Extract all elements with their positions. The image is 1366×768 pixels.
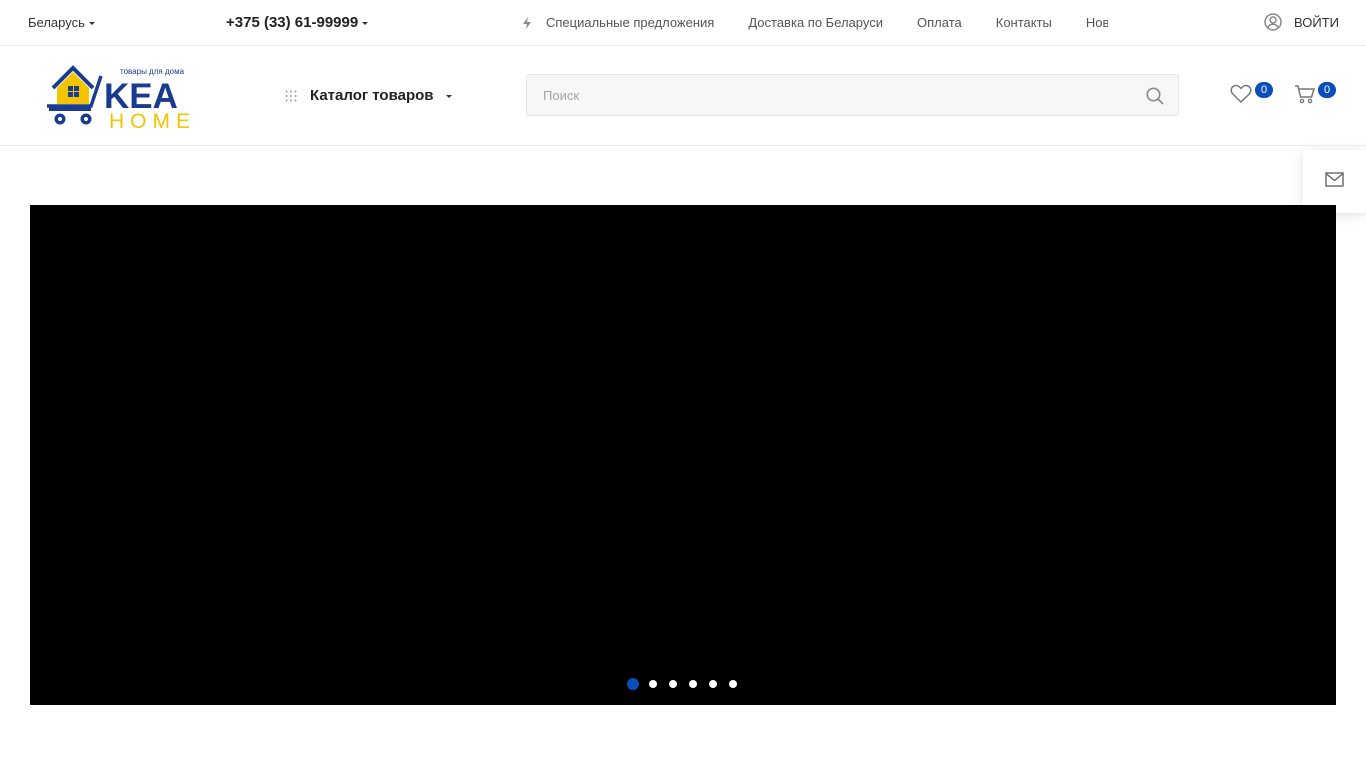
slider-dot[interactable] [689,680,697,688]
heart-icon [1230,84,1252,104]
phone-selector[interactable]: +375 (33) 61-99999 [226,14,369,31]
site-logo[interactable]: товары для дома KEA HOME [47,64,207,133]
main-header: товары для дома KEA HOME Каталог товаров… [0,46,1366,146]
cart-count-badge: 0 [1318,82,1336,98]
mail-icon [1325,172,1344,187]
cart-icon [1295,85,1316,104]
login-label: ВОЙТИ [1294,14,1339,30]
slider-dot[interactable] [729,680,737,688]
cart-button[interactable]: 0 [1294,82,1336,109]
caret-down-icon [362,22,369,25]
nav-item-special-offers[interactable]: Специальные предложения [546,15,714,30]
top-nav: Специальные предложения Доставка по Бела… [522,15,1108,30]
slider-dot[interactable] [669,680,677,688]
phone-number: +375 (33) 61-99999 [226,14,359,31]
logo-graphic: товары для дома KEA HOME [47,65,196,133]
region-selector[interactable]: Беларусь [28,15,95,30]
catalog-menu-button[interactable]: Каталог товаров [285,87,452,104]
slider-dot[interactable] [649,680,657,688]
grid-dots-icon [285,90,297,101]
wishlist-count-badge: 0 [1255,82,1273,98]
nav-item-delivery[interactable]: Доставка по Беларуси [748,15,883,30]
nav-item-contacts[interactable]: Контакты [996,15,1052,30]
slider-dot[interactable] [627,678,639,690]
caret-down-icon [445,95,452,98]
region-label: Беларусь [28,15,85,30]
lightning-icon [523,16,531,29]
feedback-button[interactable] [1303,150,1366,213]
catalog-label: Каталог товаров [310,87,434,104]
top-bar: Беларусь +375 (33) 61-99999 Специальные … [0,0,1366,46]
caret-down-icon [88,22,95,25]
logo-tagline: товары для дома [120,67,185,76]
hero-slider[interactable] [30,205,1336,705]
search-box [526,74,1179,116]
nav-item-news[interactable]: Новости [1086,15,1108,30]
nav-item-payment[interactable]: Оплата [917,15,962,30]
wishlist-button[interactable]: 0 [1230,82,1273,109]
logo-sub-text: HOME [109,110,196,130]
user-icon [1264,13,1282,31]
search-input[interactable] [543,75,1123,115]
search-icon[interactable] [1146,87,1164,105]
slider-dot[interactable] [709,680,717,688]
slider-pagination [627,678,749,690]
login-button[interactable]: ВОЙТИ [1264,13,1339,31]
